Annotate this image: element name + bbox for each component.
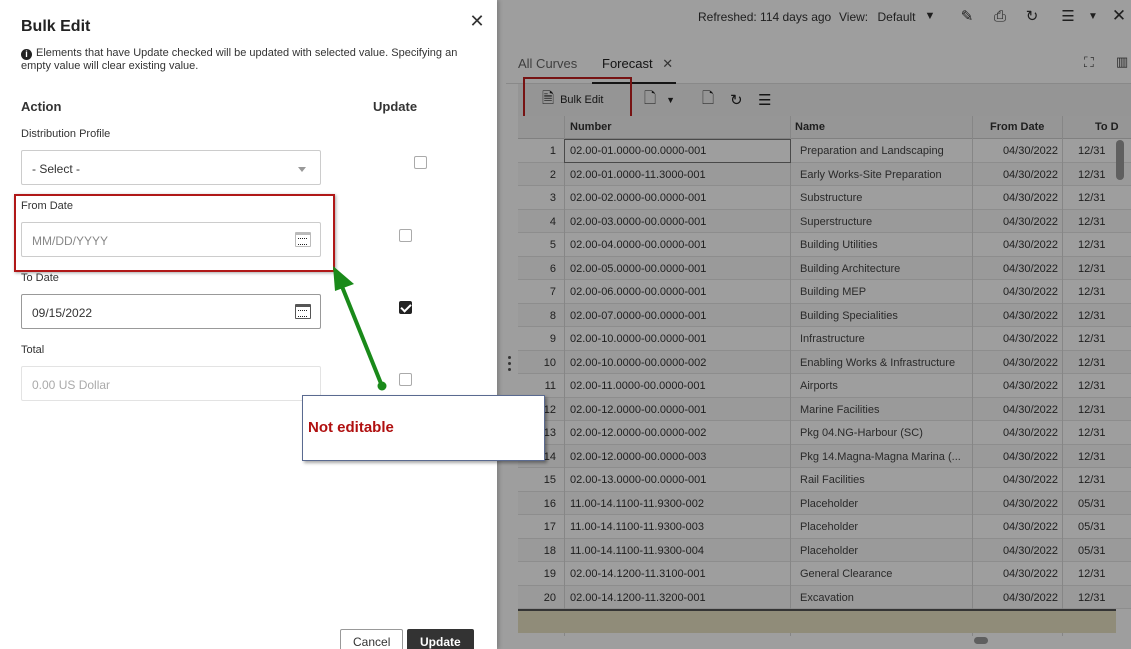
to-date-update-checkbox[interactable] [399, 301, 412, 314]
info-text: Elements that have Update checked will b… [21, 47, 458, 72]
distribution-profile-label: Distribution Profile [21, 128, 111, 140]
total-label: Total [21, 344, 45, 356]
close-panel-icon[interactable]: ✕ [468, 12, 486, 30]
action-column-header: Action [21, 99, 62, 114]
panel-title: Bulk Edit [21, 18, 91, 35]
from-date-annotation-box [14, 194, 335, 272]
calendar-icon[interactable] [295, 304, 311, 319]
info-message: i Elements that have Update checked will … [21, 47, 481, 73]
update-column-header: Update [373, 99, 418, 114]
total-value: 0.00 US Dollar [32, 378, 111, 392]
bulk-edit-panel: Bulk Edit ✕ i Elements that have Update c… [0, 0, 497, 649]
to-date-value: 09/15/2022 [32, 306, 93, 320]
cancel-button[interactable]: Cancel [340, 629, 404, 649]
from-date-update-checkbox[interactable] [399, 229, 412, 242]
annotation-callout: Not editable [302, 395, 545, 461]
total-field: 0.00 US Dollar [21, 366, 321, 401]
distribution-profile-value: - Select - [32, 162, 81, 176]
modal-backdrop [497, 0, 1131, 649]
to-date-label: To Date [21, 272, 59, 284]
update-button[interactable]: Update [407, 629, 474, 649]
chevron-down-icon [298, 167, 306, 172]
callout-text: Not editable [308, 419, 394, 436]
total-update-checkbox[interactable] [399, 373, 412, 386]
distribution-profile-update-checkbox[interactable] [414, 156, 427, 169]
distribution-profile-select[interactable]: - Select - [21, 150, 321, 185]
to-date-field[interactable]: 09/15/2022 [21, 294, 321, 329]
info-icon: i [21, 49, 32, 60]
